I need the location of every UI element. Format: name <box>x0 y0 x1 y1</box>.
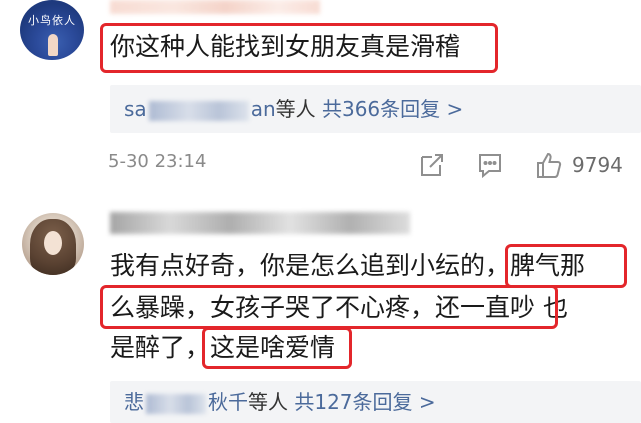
blurred-reply-user <box>146 393 206 414</box>
comment-text: 你这种人能找到女朋友真是滑稽 <box>110 32 461 61</box>
share-icon[interactable] <box>419 152 445 178</box>
reply-user-prefix: sa <box>124 97 147 121</box>
reply-summary[interactable]: 悲 秋千等人 共127条回复 > <box>110 381 641 423</box>
avatar-figure <box>48 34 58 56</box>
like-count: 9794 <box>572 153 623 177</box>
avatar[interactable]: 小鸟依人 <box>20 0 84 60</box>
reply-count-link[interactable]: 共366条回复 > <box>322 97 463 121</box>
reply-summary[interactable]: sa an等人 共366条回复 > <box>110 85 641 133</box>
like-icon[interactable] <box>535 151 563 179</box>
reply-user-suffix: 秋千 <box>208 390 248 414</box>
blurred-username <box>110 0 320 14</box>
avatar-text: 小鸟依人 <box>28 14 76 27</box>
avatar[interactable] <box>22 213 84 275</box>
highlight-box <box>505 244 627 288</box>
reply-summary-line[interactable]: 悲 秋千等人 共127条回复 > <box>124 387 436 417</box>
avatar-face <box>44 231 62 255</box>
reply-user-prefix: 悲 <box>124 390 144 414</box>
reply-who-text: 等人 <box>275 97 316 121</box>
comment-icon[interactable] <box>477 152 503 179</box>
reply-who-text: 等人 <box>248 390 288 414</box>
comment-timestamp: 5-30 23:14 <box>108 151 207 172</box>
reply-count-link[interactable]: 共127条回复 > <box>294 390 435 414</box>
reply-summary-line[interactable]: sa an等人 共366条回复 > <box>124 94 463 124</box>
reply-user-suffix: an <box>250 97 276 121</box>
blurred-username <box>110 212 410 234</box>
highlight-box <box>100 285 558 329</box>
blurred-reply-user <box>148 100 249 121</box>
highlight-box <box>202 327 352 369</box>
